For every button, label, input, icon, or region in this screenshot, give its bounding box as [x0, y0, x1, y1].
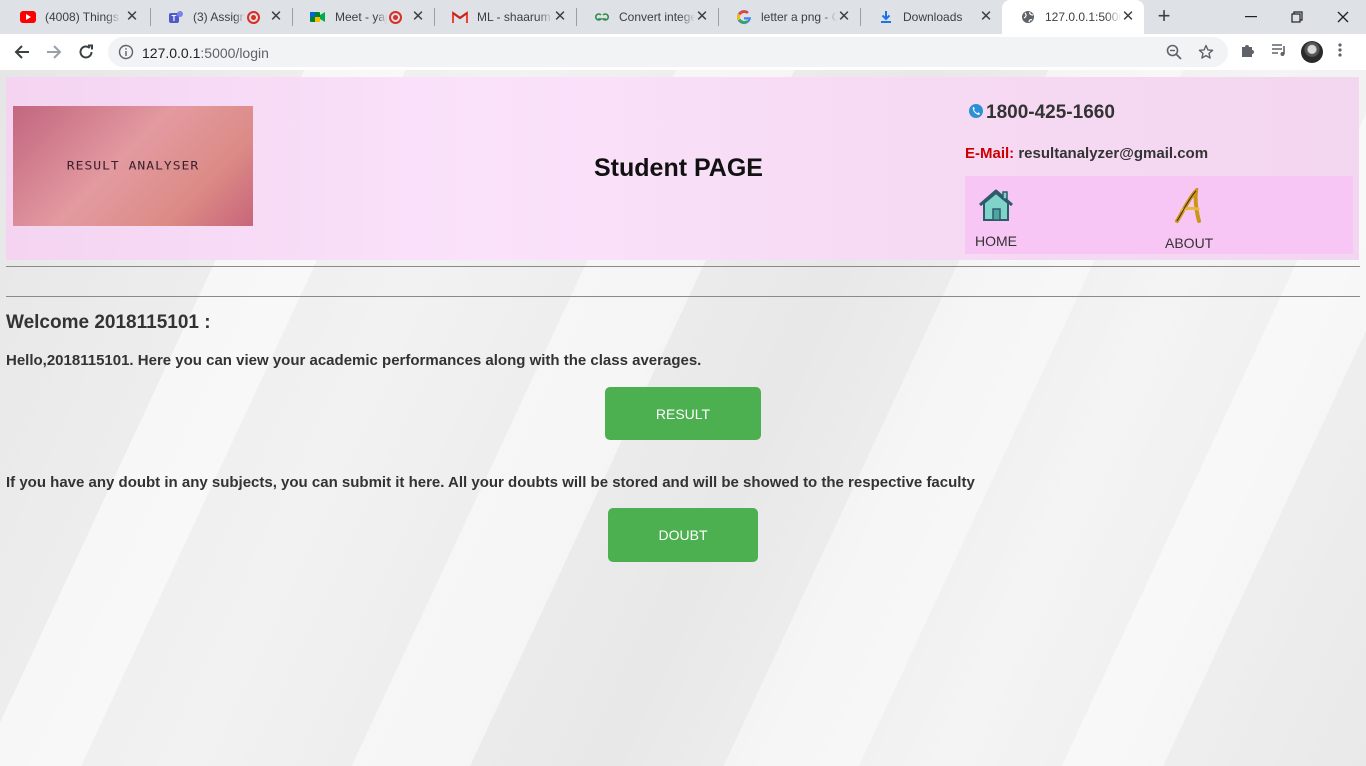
minimize-button[interactable]: [1228, 0, 1274, 34]
header-nav: HOME ABOUT: [965, 176, 1353, 254]
nav-about-label: ABOUT: [1165, 235, 1214, 251]
new-tab-button[interactable]: +: [1152, 5, 1176, 29]
forward-button[interactable]: [40, 38, 68, 66]
close-tab-icon[interactable]: ✕: [1120, 9, 1136, 25]
gmail-icon: [452, 9, 468, 25]
bookmark-star-icon[interactable]: [1198, 44, 1214, 65]
close-tab-icon[interactable]: ✕: [694, 9, 710, 25]
meet-icon: [310, 9, 326, 25]
minimize-icon: [1245, 16, 1257, 18]
recording-icon: [389, 10, 402, 24]
download-icon: [878, 9, 894, 25]
tab-title: Downloads: [903, 10, 963, 24]
url-host: 127.0.0.1: [142, 45, 201, 61]
browser-toolbar: 127.0.0.1:5000/login: [0, 34, 1366, 70]
close-tab-icon[interactable]: ✕: [978, 9, 994, 25]
tab-gmail[interactable]: ML - shaarum ✕: [434, 0, 576, 34]
phone-number: 1800-425-1660: [986, 102, 1115, 123]
close-window-button[interactable]: [1320, 0, 1366, 34]
menu-kebab-icon[interactable]: [1338, 42, 1342, 63]
email-label: E-Mail:: [965, 145, 1015, 162]
close-tab-icon[interactable]: ✕: [268, 9, 284, 25]
close-tab-icon[interactable]: ✕: [410, 9, 426, 25]
arrow-right-icon: [47, 45, 62, 59]
tab-teams[interactable]: T (3) Assignm ✕: [150, 0, 292, 34]
email-address: resultanalyzer@gmail.com: [1018, 145, 1209, 162]
nav-home-label: HOME: [975, 233, 1017, 249]
close-tab-icon[interactable]: ✕: [124, 9, 140, 25]
tab-youtube[interactable]: (4008) Things t ✕: [2, 0, 148, 34]
page-content: RESULT ANALYSER Student PAGE 1800-425-16…: [0, 70, 1366, 766]
reload-icon: [79, 44, 93, 59]
globe-icon: [1020, 9, 1036, 25]
tab-strip: (4008) Things t ✕ T (3) Assignm ✕ Meet -…: [0, 0, 1366, 34]
tab-title: ML - shaarum: [477, 10, 551, 24]
divider: [6, 296, 1360, 297]
letter-a-icon: [1172, 185, 1206, 229]
house-icon: [977, 188, 1015, 227]
tab-title: (4008) Things t: [45, 10, 121, 24]
geeksforgeeks-icon: [594, 9, 610, 25]
arrow-left-icon: [14, 45, 29, 59]
contact-phone: 1800-425-1660: [968, 102, 1115, 124]
logo[interactable]: RESULT ANALYSER: [13, 106, 253, 226]
phone-icon: [968, 103, 984, 124]
reload-button[interactable]: [72, 38, 100, 66]
site-header: RESULT ANALYSER Student PAGE 1800-425-16…: [6, 77, 1359, 260]
nav-home[interactable]: HOME: [975, 188, 1017, 249]
page-title: Student PAGE: [594, 154, 763, 182]
media-queue-icon[interactable]: [1271, 42, 1287, 63]
doubt-button[interactable]: DOUBT: [608, 508, 758, 562]
contact-email: E-Mail: resultanalyzer@gmail.com: [965, 145, 1208, 162]
result-button[interactable]: RESULT: [605, 387, 761, 440]
google-icon: [736, 9, 752, 25]
tab-geeksforgeeks[interactable]: Convert intege ✕: [576, 0, 718, 34]
back-button[interactable]: [8, 38, 36, 66]
url-text[interactable]: 127.0.0.1:5000/login: [142, 45, 269, 61]
tab-meet[interactable]: Meet - yaj ✕: [292, 0, 434, 34]
tab-title: (3) Assignm: [193, 10, 245, 24]
tab-google[interactable]: letter a png - G ✕: [718, 0, 860, 34]
teams-icon: T: [168, 9, 184, 25]
close-tab-icon[interactable]: ✕: [836, 9, 852, 25]
intro-text: Hello,2018115101. Here you can view your…: [6, 352, 702, 369]
nav-about[interactable]: ABOUT: [1165, 185, 1214, 251]
tab-title: letter a png - G: [761, 10, 837, 24]
tab-title: Meet - yaj: [335, 10, 387, 24]
restore-icon: [1291, 11, 1303, 23]
address-bar[interactable]: 127.0.0.1:5000/login: [108, 37, 1228, 67]
close-icon: [1337, 11, 1349, 23]
svg-text:T: T: [172, 14, 177, 23]
restore-button[interactable]: [1274, 0, 1320, 34]
tab-title: 127.0.0.1:5000: [1045, 10, 1121, 24]
url-path: :5000/login: [200, 45, 269, 61]
youtube-icon: [20, 9, 36, 25]
info-icon[interactable]: [118, 44, 134, 65]
tab-title: Convert intege: [619, 10, 695, 24]
tab-active[interactable]: 127.0.0.1:5000 ✕: [1002, 0, 1144, 34]
zoom-icon[interactable]: [1166, 44, 1182, 65]
logo-text: RESULT ANALYSER: [66, 159, 200, 173]
divider: [6, 266, 1360, 267]
doubt-text: If you have any doubt in any subjects, y…: [6, 474, 975, 491]
profile-avatar[interactable]: [1301, 41, 1323, 63]
extensions-puzzle-icon[interactable]: [1240, 42, 1256, 63]
welcome-heading: Welcome 2018115101 :: [6, 312, 211, 333]
recording-icon: [247, 10, 260, 24]
close-tab-icon[interactable]: ✕: [552, 9, 568, 25]
tab-downloads[interactable]: Downloads ✕: [860, 0, 1002, 34]
